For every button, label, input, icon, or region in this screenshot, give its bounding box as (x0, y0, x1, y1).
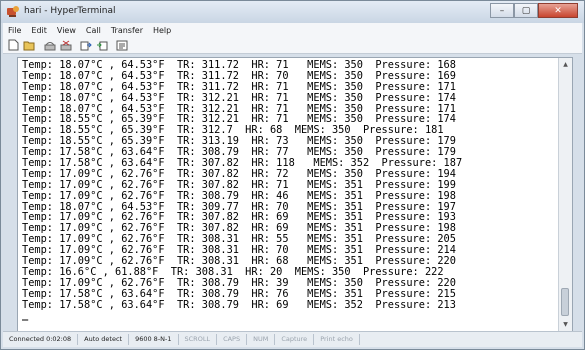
hyperterminal-window: hari - HyperTerminal – ▢ ✕ File Edit Vie… (0, 0, 585, 350)
terminal-output: Temp: 18.07°C , 64.53°F TR: 311.72 HR: 7… (22, 60, 556, 321)
hyperterminal-icon (7, 6, 19, 17)
terminal-area[interactable]: Temp: 18.07°C , 64.53°F TR: 311.72 HR: 7… (17, 57, 573, 332)
close-button[interactable]: ✕ (538, 3, 578, 18)
scroll-down-arrow-icon[interactable]: ▼ (559, 318, 572, 331)
maximize-button[interactable]: ▢ (514, 3, 538, 18)
status-scroll: SCROLL (179, 334, 218, 345)
menu-edit[interactable]: Edit (26, 26, 52, 35)
terminal-cursor: _ (22, 309, 29, 322)
status-caps: CAPS (217, 334, 248, 345)
menu-view[interactable]: View (52, 26, 81, 35)
menu-call[interactable]: Call (81, 26, 106, 35)
window-title: hari - HyperTerminal (24, 6, 116, 16)
status-detect: Auto detect (78, 334, 130, 345)
minimize-button[interactable]: – (490, 3, 514, 18)
terminal-line: Temp: 17.09°C , 62.76°F TR: 308.79 HR: 4… (22, 189, 456, 202)
vertical-scrollbar[interactable]: ▲ ▼ (558, 58, 572, 331)
status-bar: Connected 0:02:08 Auto detect 9600 8-N-1… (3, 331, 582, 347)
disconnect-icon[interactable] (59, 39, 72, 51)
status-port-settings: 9600 8-N-1 (129, 334, 179, 345)
receive-icon[interactable] (95, 39, 108, 51)
status-num: NUM (247, 334, 276, 345)
status-capture: Capture (275, 334, 315, 345)
send-icon[interactable] (79, 39, 92, 51)
open-icon[interactable] (23, 39, 36, 51)
title-bar[interactable]: hari - HyperTerminal – ▢ ✕ (1, 1, 584, 23)
call-icon[interactable] (43, 39, 56, 51)
terminal-line: Temp: 18.07°C , 64.53°F TR: 312.21 HR: 7… (22, 91, 456, 104)
menu-help[interactable]: Help (148, 26, 176, 35)
menu-file[interactable]: File (3, 26, 26, 35)
status-connected: Connected 0:02:08 (3, 334, 79, 345)
toolbar (3, 37, 582, 54)
scrollbar-thumb[interactable] (561, 288, 569, 316)
terminal-line: Temp: 17.58°C , 63.64°F TR: 308.79 HR: 6… (22, 298, 456, 311)
properties-icon[interactable] (115, 39, 128, 51)
scroll-up-arrow-icon[interactable]: ▲ (559, 58, 572, 71)
status-print-echo: Print echo (314, 334, 360, 345)
menu-bar: File Edit View Call Transfer Help (3, 23, 582, 37)
new-icon[interactable] (7, 39, 20, 51)
terminal-line: Temp: 17.58°C , 63.64°F TR: 308.79 HR: 7… (22, 287, 456, 300)
menu-transfer[interactable]: Transfer (106, 26, 148, 35)
